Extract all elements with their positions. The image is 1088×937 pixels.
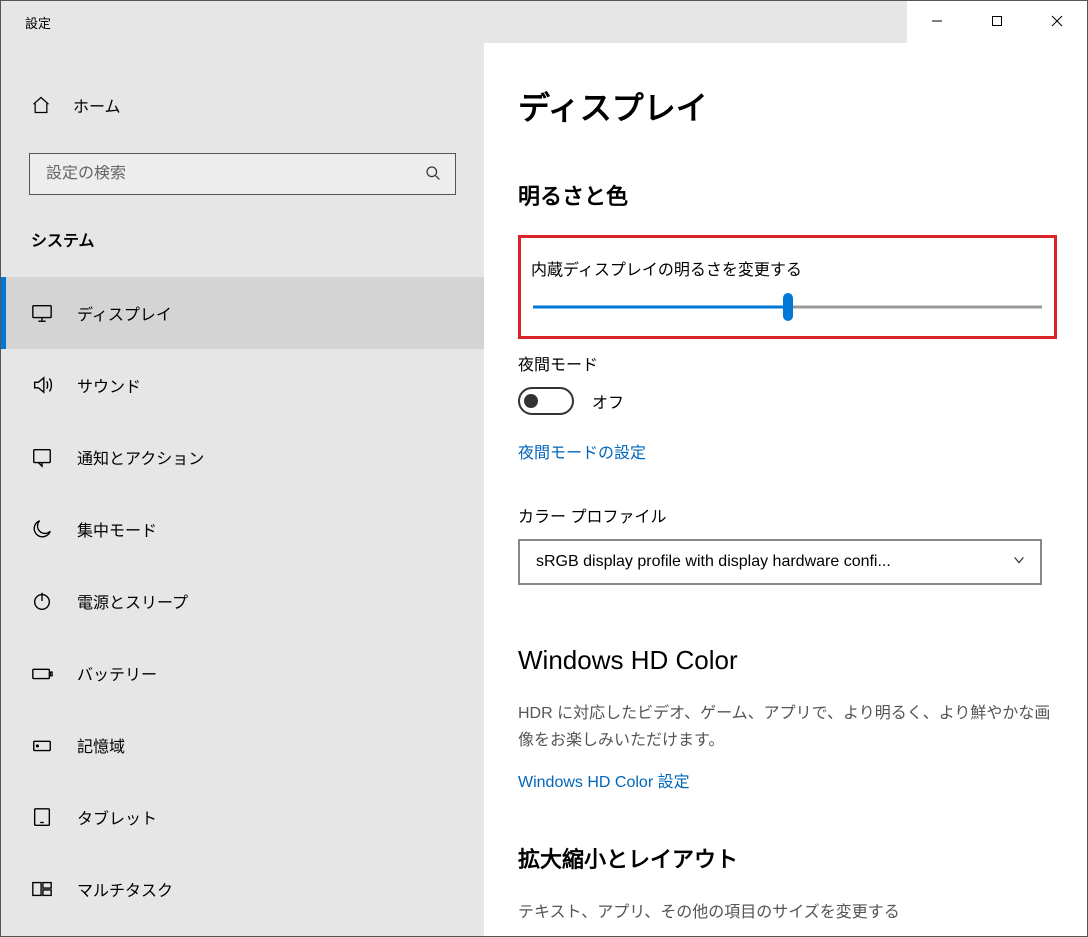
nav-item-tablet[interactable]: タブレット: [1, 781, 484, 853]
scale-section-title: 拡大縮小とレイアウト: [518, 842, 1057, 874]
minimize-button[interactable]: [907, 1, 967, 41]
nav-item-focus[interactable]: 集中モード: [1, 493, 484, 565]
nav-item-display[interactable]: ディスプレイ: [1, 277, 484, 349]
nav-item-label: サウンド: [77, 373, 141, 397]
sidebar: ホーム システム ディスプレイ サウンド 通知とアクション: [1, 43, 484, 936]
close-button[interactable]: [1027, 1, 1087, 41]
night-light-settings-link[interactable]: 夜間モードの設定: [518, 439, 646, 463]
nav-item-notifications[interactable]: 通知とアクション: [1, 421, 484, 493]
brightness-highlight-box: 内蔵ディスプレイの明るさを変更する: [518, 235, 1057, 339]
home-button[interactable]: ホーム: [1, 83, 484, 127]
nav-item-label: 電源とスリープ: [77, 589, 188, 613]
color-profile-select[interactable]: sRGB display profile with display hardwa…: [518, 539, 1042, 585]
tablet-icon: [31, 806, 53, 828]
power-icon: [31, 590, 53, 612]
search-icon: [425, 165, 443, 183]
search-input[interactable]: [46, 165, 425, 183]
home-label: ホーム: [73, 93, 121, 117]
nav-item-storage[interactable]: 記憶域: [1, 709, 484, 781]
titlebar: 設定: [1, 1, 1087, 43]
nav-list: ディスプレイ サウンド 通知とアクション 集中モード 電源とスリープ: [1, 277, 484, 925]
content-pane: ディスプレイ 明るさと色 内蔵ディスプレイの明るさを変更する 夜間モード オフ …: [484, 43, 1087, 936]
hd-color-description: HDR に対応したビデオ、ゲーム、アプリで、より明るく、より鮮やかな画像をお楽し…: [518, 700, 1057, 754]
nav-item-battery[interactable]: バッテリー: [1, 637, 484, 709]
slider-fill: [533, 306, 788, 309]
nav-item-multitask[interactable]: マルチタスク: [1, 853, 484, 925]
nav-item-label: バッテリー: [77, 661, 157, 685]
notification-icon: [31, 446, 53, 468]
scale-description-cutoff: テキスト、アプリ、その他の項目のサイズを変更する: [518, 898, 1057, 922]
search-box[interactable]: [29, 153, 456, 195]
moon-icon: [31, 518, 53, 540]
brightness-slider[interactable]: [533, 298, 1042, 316]
night-light-toggle-row: オフ: [518, 387, 1057, 415]
nav-item-label: 通知とアクション: [77, 445, 204, 469]
sound-icon: [31, 374, 53, 396]
night-light-toggle[interactable]: [518, 387, 574, 415]
hd-color-title: Windows HD Color: [518, 645, 1057, 676]
battery-icon: [31, 662, 53, 684]
night-light-label: 夜間モード: [518, 351, 1057, 375]
color-profile-label: カラー プロファイル: [518, 503, 1057, 527]
toggle-knob: [524, 394, 538, 408]
nav-item-power[interactable]: 電源とスリープ: [1, 565, 484, 637]
nav-item-label: 記憶域: [77, 733, 125, 757]
night-light-state: オフ: [592, 389, 624, 413]
nav-item-label: タブレット: [77, 805, 157, 829]
home-icon: [31, 95, 51, 115]
brightness-section-title: 明るさと色: [518, 179, 1057, 211]
brightness-label: 内蔵ディスプレイの明るさを変更する: [531, 256, 1044, 280]
nav-item-label: ディスプレイ: [77, 301, 172, 325]
nav-item-label: 集中モード: [77, 517, 157, 541]
window-title: 設定: [1, 1, 51, 32]
color-profile-value: sRGB display profile with display hardwa…: [536, 553, 1000, 571]
nav-item-label: マルチタスク: [77, 877, 173, 901]
hd-color-settings-link[interactable]: Windows HD Color 設定: [518, 768, 690, 792]
page-title: ディスプレイ: [518, 83, 1057, 129]
window-controls: [907, 1, 1087, 43]
storage-icon: [31, 734, 53, 756]
monitor-icon: [31, 302, 53, 324]
chevron-down-icon: [1012, 553, 1026, 571]
slider-thumb[interactable]: [783, 293, 793, 321]
nav-item-sound[interactable]: サウンド: [1, 349, 484, 421]
category-label: システム: [1, 195, 484, 277]
maximize-button[interactable]: [967, 1, 1027, 41]
multitask-icon: [31, 878, 53, 900]
